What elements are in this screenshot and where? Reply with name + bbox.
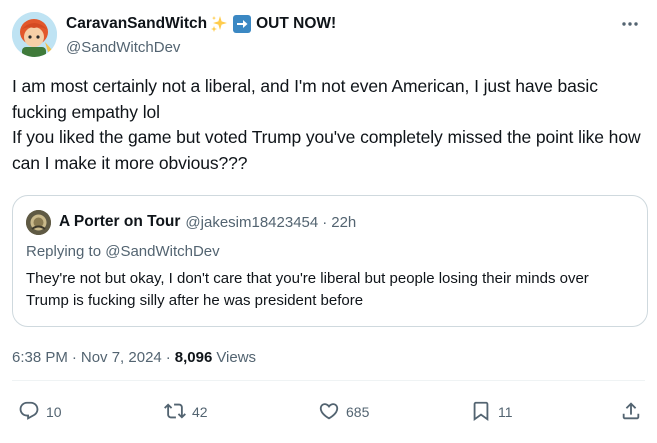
quote-author-name[interactable]: A Porter on Tour <box>59 213 180 231</box>
post-text: I am most certainly not a liberal, and I… <box>12 76 641 173</box>
repost-button[interactable]: 42 <box>164 400 208 424</box>
right-arrow-icon <box>233 15 252 33</box>
meta-separator: · <box>71 348 77 366</box>
reply-icon <box>18 400 40 425</box>
author-avatar[interactable] <box>12 12 57 57</box>
share-icon <box>620 400 642 425</box>
more-icon[interactable] <box>617 11 643 37</box>
post-date[interactable]: Nov 7, 2024 <box>81 349 162 366</box>
sparkles-icon <box>210 15 228 33</box>
quote-header: A Porter on Tour @jakesim18423454 · 22h <box>26 209 356 235</box>
reply-button[interactable]: 10 <box>18 400 62 424</box>
like-button[interactable]: 685 <box>318 400 369 424</box>
author-display-name[interactable]: CaravanSandWitch OUT NOW! <box>66 14 336 34</box>
author-names: CaravanSandWitch OUT NOW! @SandWitchDev <box>66 14 336 56</box>
repost-count: 42 <box>192 404 208 420</box>
views-label: Views <box>216 348 257 366</box>
replying-handle[interactable]: @SandWitchDev <box>105 243 219 260</box>
share-button[interactable] <box>620 400 642 424</box>
like-count: 685 <box>346 404 370 420</box>
heart-icon <box>318 400 340 425</box>
action-bar: 10 42 685 11 <box>12 400 645 424</box>
quoted-post[interactable]: A Porter on Tour @jakesim18423454 · 22h … <box>12 195 648 327</box>
bookmark-icon <box>470 400 492 425</box>
author-name-suffix: OUT NOW! <box>256 15 337 32</box>
bookmark-button[interactable]: 11 <box>470 400 513 424</box>
views-count[interactable]: 8,096 <box>175 349 213 366</box>
author-handle[interactable]: @SandWitchDev <box>66 39 336 56</box>
post-header: CaravanSandWitch OUT NOW! @SandWitchDev <box>12 11 645 59</box>
replying-prefix: Replying to <box>26 243 106 260</box>
meta-separator-2: · <box>165 348 171 366</box>
bookmark-count: 11 <box>498 404 513 420</box>
author-name-text: CaravanSandWitch <box>66 15 208 32</box>
quote-timestamp[interactable]: 22h <box>331 214 356 231</box>
post-meta: 6:38 PM · Nov 7, 2024 · 8,096 Views <box>12 347 256 367</box>
quote-separator: · <box>322 213 328 231</box>
divider <box>12 380 645 381</box>
reply-count: 10 <box>46 404 62 420</box>
quote-replying-to: Replying to @SandWitchDev <box>26 243 220 260</box>
post-time[interactable]: 6:38 PM <box>12 349 68 366</box>
repost-icon <box>164 400 186 425</box>
quote-author-avatar[interactable] <box>26 209 51 235</box>
quote-author-handle[interactable]: @jakesim18423454 <box>185 214 318 231</box>
quote-text: They're not but okay, I don't care that … <box>26 270 589 309</box>
